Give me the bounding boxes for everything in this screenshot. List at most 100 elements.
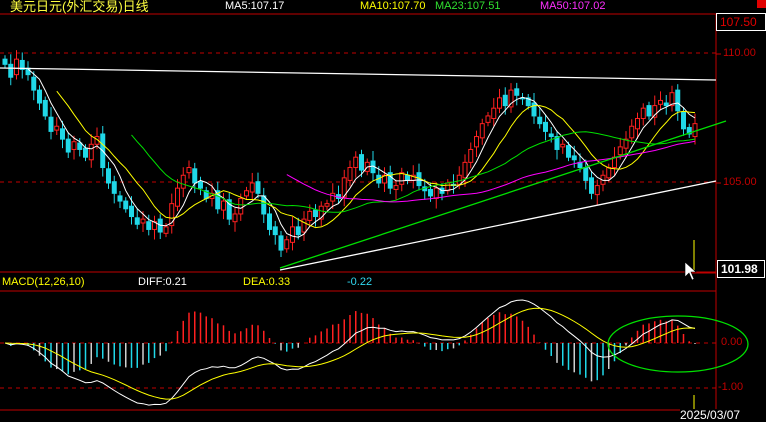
candle-down <box>313 209 318 218</box>
candle-up <box>307 210 313 221</box>
candle-down <box>129 205 134 218</box>
candle-down <box>198 181 203 189</box>
support-line-green <box>279 120 727 269</box>
candle-up <box>658 99 663 105</box>
candle-down <box>111 181 117 194</box>
price-tick-105: 105.00 <box>723 176 757 188</box>
candle-down <box>272 226 278 236</box>
candle-up <box>468 148 474 163</box>
candle-down <box>583 167 589 181</box>
ma5-value: MA5:107.17 <box>225 0 285 12</box>
candle-up <box>14 58 19 76</box>
candle-up <box>560 143 566 148</box>
candle-up <box>399 172 405 185</box>
candle-up <box>393 185 399 190</box>
candle-down <box>566 145 571 158</box>
candle-up <box>353 156 359 169</box>
candle-down <box>543 121 548 132</box>
candle-up <box>629 125 635 139</box>
candle-down <box>60 128 65 140</box>
candle-down <box>537 116 543 125</box>
macd-label: MACD(12,26,10) <box>2 276 85 288</box>
candle-up <box>640 107 646 119</box>
macd-value: -0.22 <box>347 276 373 288</box>
candle-down <box>123 200 129 210</box>
candle-down <box>675 89 681 112</box>
cursor-price-box: 101.98 <box>717 260 765 278</box>
candle-up <box>71 141 77 150</box>
candle-down <box>255 181 261 194</box>
candle-up <box>485 115 491 123</box>
candle-up <box>347 167 353 181</box>
macd-diff: DIFF:0.21 <box>138 276 187 288</box>
candle-up <box>479 123 485 139</box>
candle-down <box>42 99 48 117</box>
candle-up <box>140 218 146 224</box>
ma23-value: MA23:107.51 <box>435 0 501 12</box>
candle-up <box>462 161 468 179</box>
corner-marker <box>757 0 766 8</box>
candle-up <box>330 192 336 202</box>
ma10-value: MA10:107.70 <box>360 0 426 12</box>
candle-down <box>106 168 111 184</box>
resistance-line <box>0 67 717 81</box>
candle-down <box>65 138 71 153</box>
candle-up <box>232 213 238 223</box>
candle-down <box>359 154 364 171</box>
candle-down <box>502 94 508 107</box>
candle-down <box>117 195 123 202</box>
candle-up <box>324 203 330 207</box>
candle-up <box>238 197 244 215</box>
candle-down <box>31 76 37 91</box>
candle-down <box>548 133 554 138</box>
candles <box>2 50 698 258</box>
candle-down <box>261 195 267 215</box>
macd-dea: DEA:0.33 <box>243 276 291 288</box>
candle-up <box>497 97 502 109</box>
candle-down <box>514 88 520 96</box>
candle-down <box>192 168 198 184</box>
candle-up <box>474 136 479 148</box>
candle-down <box>134 217 140 225</box>
candle-down <box>531 102 537 117</box>
chart-title: 美元日元(外汇交易)日线 <box>10 0 149 14</box>
candle-up <box>54 125 60 131</box>
candle-up <box>635 118 640 130</box>
candle-up <box>594 185 600 196</box>
candle-up <box>617 146 623 156</box>
candle-down <box>48 116 54 132</box>
candle-down <box>405 174 410 181</box>
candle-down <box>267 213 272 230</box>
candle-up <box>491 107 497 119</box>
candle-down <box>77 142 83 150</box>
candle-up <box>180 174 186 189</box>
candle-up <box>290 226 295 243</box>
candle-up <box>88 143 94 161</box>
candle-down <box>589 177 594 194</box>
candle-up <box>244 190 249 197</box>
candle-down <box>681 111 686 130</box>
macd-tick-0: 0.00 <box>721 336 743 348</box>
macd-tick-minus1: -1.00 <box>718 381 744 393</box>
candle-down <box>571 155 577 161</box>
candle-up <box>249 182 255 193</box>
candle-up <box>186 167 192 174</box>
ma50-value: MA50:107.02 <box>540 0 606 12</box>
candle-down <box>146 221 152 230</box>
macd-pane <box>4 299 696 406</box>
candle-down <box>8 63 14 78</box>
candle-up <box>606 167 612 179</box>
candle-down <box>37 89 42 104</box>
candle-up <box>456 174 462 185</box>
candle-down <box>428 188 433 197</box>
candle-down <box>83 147 88 158</box>
price-chart <box>0 0 766 411</box>
candle-down <box>646 105 652 117</box>
candle-up <box>433 187 439 199</box>
current-price-box: 107.50 <box>716 13 766 31</box>
candle-down <box>2 58 8 65</box>
candle-up <box>221 200 226 211</box>
price-tick-110: 110.00 <box>723 47 756 59</box>
candle-down <box>663 102 669 107</box>
candle-down <box>295 226 301 236</box>
